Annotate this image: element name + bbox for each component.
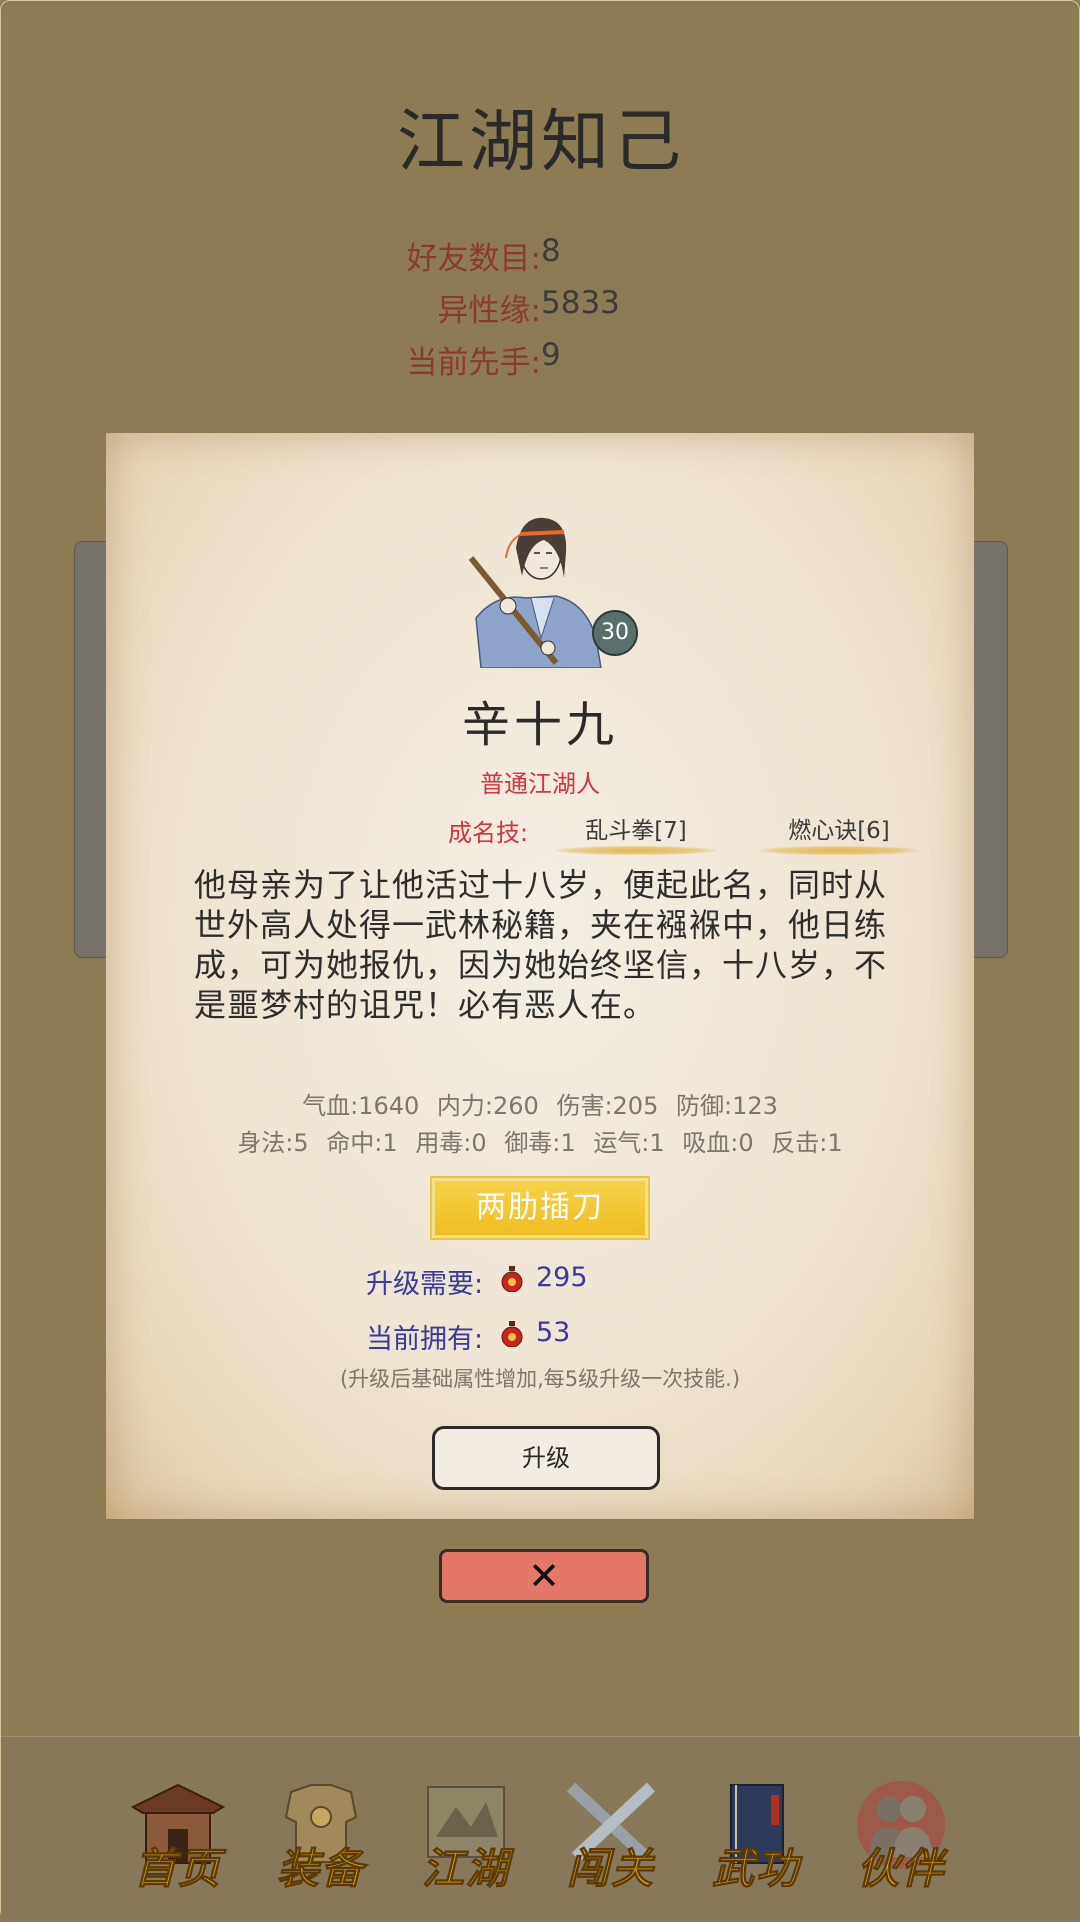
attr-lifesteal: 吸血:0 xyxy=(682,1129,754,1157)
attr-damage: 伤害:205 xyxy=(556,1092,659,1120)
nav-companions[interactable]: 伙伴 xyxy=(846,1777,956,1902)
nav-equipment[interactable]: 装备 xyxy=(266,1777,376,1902)
nav-challenge[interactable]: 闯关 xyxy=(556,1777,666,1902)
attr-defense: 防御:123 xyxy=(676,1092,778,1120)
attr-mp: 内力:260 xyxy=(436,1092,539,1120)
attr-luck: 运气:1 xyxy=(593,1129,665,1157)
skill-item[interactable]: 燃心诀[6] xyxy=(759,811,919,855)
charm-label: 异性缘: xyxy=(437,293,541,329)
attr-hp: 气血:1640 xyxy=(302,1092,420,1120)
nav-jianghu[interactable]: 江湖 xyxy=(411,1777,521,1902)
initiative-label: 当前先手: xyxy=(406,345,541,381)
nav-equipment-label: 装备 xyxy=(276,1844,365,1894)
bottom-nav: 首页 装备 江湖 闯关 武功 伙伴 xyxy=(1,1736,1080,1922)
nav-jianghu-label: 江湖 xyxy=(421,1844,510,1894)
attr-accuracy: 命中:1 xyxy=(326,1129,398,1157)
current-owned-label: 当前拥有: xyxy=(366,1324,484,1355)
wine-jar-icon xyxy=(501,1321,523,1347)
attr-agility: 身法:5 xyxy=(237,1129,309,1157)
attr-poison-resist: 御毒:1 xyxy=(504,1129,576,1157)
charm-value: 5833 xyxy=(541,285,620,321)
upgrade-button[interactable]: 升级 xyxy=(432,1426,660,1490)
friend-count-value: 8 xyxy=(541,233,561,269)
upgrade-cost-label: 升级需要: xyxy=(366,1269,484,1300)
hero-rank: 普通江湖人 xyxy=(480,770,600,798)
nav-martial-arts-label: 武功 xyxy=(711,1844,800,1894)
attr-poison: 用毒:0 xyxy=(415,1129,487,1157)
hero-name: 辛十九 xyxy=(461,697,618,753)
nav-home-label: 首页 xyxy=(133,1844,222,1894)
signature-skills-label: 成名技: xyxy=(448,819,529,847)
current-owned-row: 当前拥有: 53 xyxy=(366,1317,570,1356)
game-screen: 江湖知己 好友数目: 8 异性缘: 5833 当前先手: 9 30 辛十九 普通… xyxy=(0,0,1080,1922)
page-title: 江湖知己 xyxy=(396,103,685,182)
upgrade-note: (升级后基础属性增加,每5级升级一次技能.) xyxy=(339,1367,741,1391)
attr-counter: 反击:1 xyxy=(771,1129,843,1157)
initiative-value: 9 xyxy=(541,337,561,373)
friend-count-label: 好友数目: xyxy=(406,241,541,277)
upgrade-cost-value: 295 xyxy=(536,1262,588,1293)
current-owned-value: 53 xyxy=(536,1317,571,1348)
nav-martial-arts[interactable]: 武功 xyxy=(701,1777,811,1902)
attributes-row-primary: 气血:1640 内力:260 伤害:205 防御:123 xyxy=(106,1086,974,1121)
close-icon: ✕ xyxy=(528,1554,560,1598)
attributes-row-secondary: 身法:5 命中:1 用毒:0 御毒:1 运气:1 吸血:0 反击:1 xyxy=(106,1123,974,1158)
upgrade-cost-row: 升级需要: 295 xyxy=(366,1262,588,1301)
hero-bio: 他母亲为了让他活过十八岁，便起此名，同时从世外高人处得一武林秘籍，夹在襁褓中，他… xyxy=(194,866,888,1024)
nav-challenge-label: 闯关 xyxy=(566,1844,655,1894)
nav-home[interactable]: 首页 xyxy=(123,1777,233,1902)
ability-button[interactable]: 两肋插刀 xyxy=(432,1178,648,1238)
wine-jar-icon xyxy=(501,1266,523,1292)
close-button[interactable]: ✕ xyxy=(439,1549,649,1603)
skill-item[interactable]: 乱斗拳[7] xyxy=(556,811,716,855)
nav-companions-label: 伙伴 xyxy=(856,1844,945,1894)
level-badge: 30 xyxy=(592,610,638,656)
hero-detail-card: 30 辛十九 普通江湖人 成名技: 乱斗拳[7] 燃心诀[6] 他母亲为了让他活… xyxy=(106,433,974,1519)
